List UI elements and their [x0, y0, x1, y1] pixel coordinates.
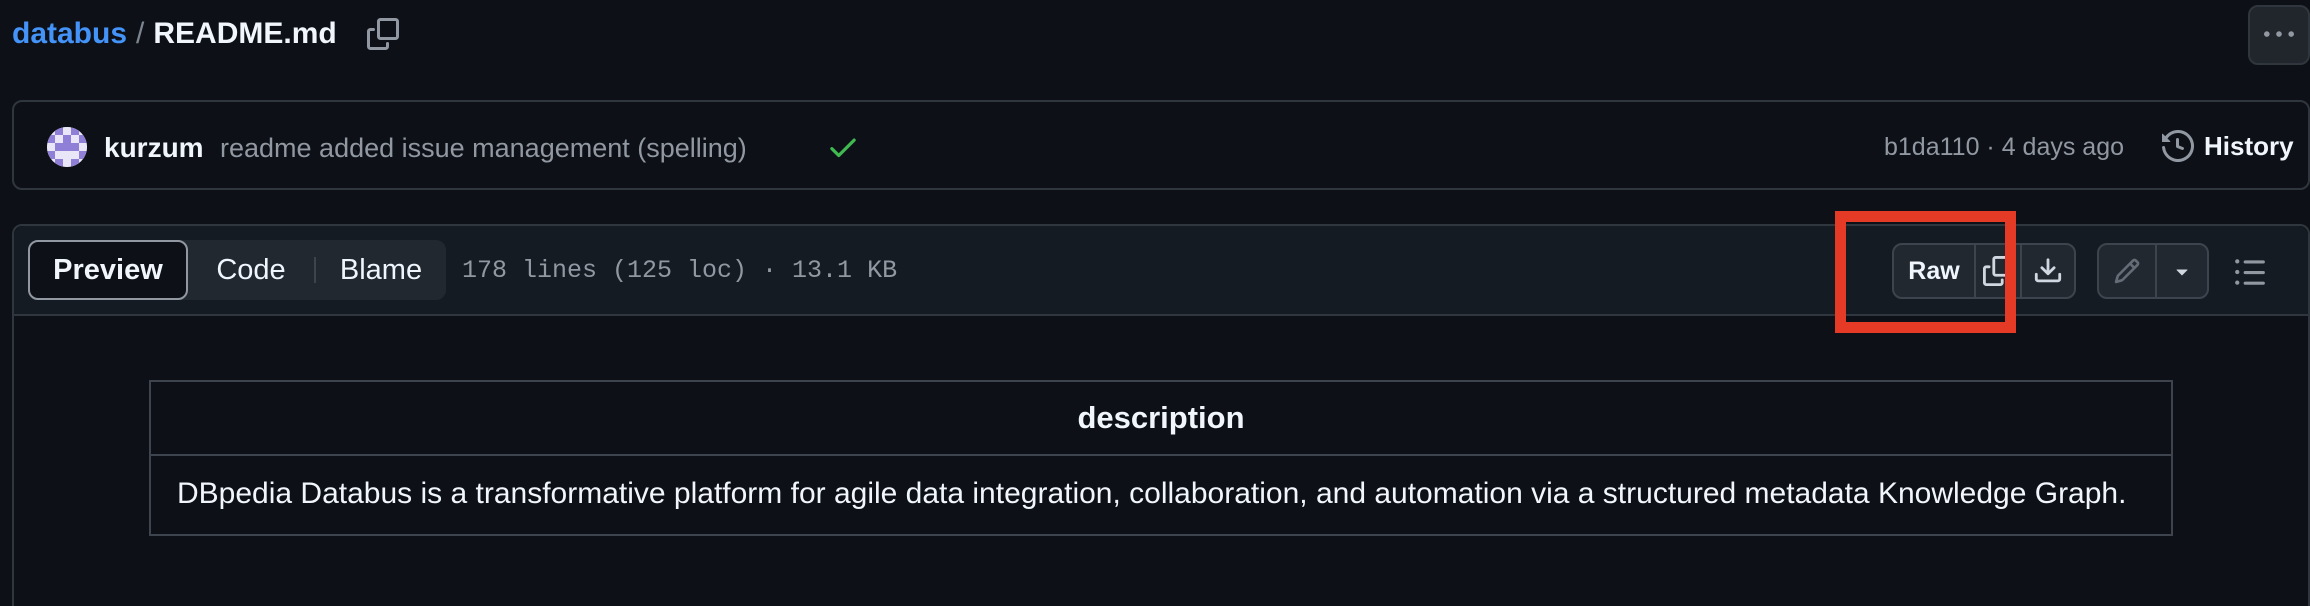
- download-icon: [2034, 258, 2062, 283]
- view-mode-switcher: Preview Code Blame: [28, 240, 446, 300]
- table-header: description: [151, 382, 2171, 456]
- edit-dropdown-button[interactable]: [2155, 245, 2207, 297]
- commit-author[interactable]: kurzum: [104, 132, 204, 164]
- triangle-down-icon: [2176, 269, 2188, 276]
- tab-code[interactable]: Code: [188, 240, 314, 300]
- copy-icon: [366, 18, 399, 50]
- latest-commit-box: kurzum readme added issue management (sp…: [12, 100, 2310, 190]
- list-unordered-icon: [2235, 259, 2265, 285]
- edit-actions-group: [2097, 243, 2209, 299]
- kebab-horizontal-icon: [2264, 31, 2294, 37]
- tab-preview[interactable]: Preview: [28, 240, 188, 300]
- raw-highlight-box: [1835, 211, 2016, 333]
- breadcrumb-separator: /: [136, 17, 145, 50]
- table-cell: DBpedia Databus is a transformative plat…: [177, 477, 2127, 510]
- outline-button[interactable]: [2228, 250, 2272, 294]
- readme-table: description DBpedia Databus is a transfo…: [149, 380, 2173, 536]
- breadcrumb: databus / README.md: [12, 14, 403, 54]
- breadcrumb-repo-link[interactable]: databus: [12, 17, 127, 51]
- history-icon: [2162, 130, 2194, 162]
- avatar[interactable]: [47, 127, 87, 167]
- check-icon[interactable]: [826, 130, 860, 164]
- history-label: History: [2204, 130, 2294, 161]
- more-options-button[interactable]: [2248, 5, 2310, 65]
- history-button[interactable]: History: [2162, 128, 2294, 164]
- copy-path-button[interactable]: [363, 14, 403, 54]
- commit-message[interactable]: readme added issue management (spelling): [220, 133, 747, 164]
- commit-hash-and-time[interactable]: b1da110 · 4 days ago: [1884, 133, 2124, 162]
- tab-blame[interactable]: Blame: [316, 240, 446, 300]
- download-button[interactable]: [2020, 245, 2074, 297]
- edit-button[interactable]: [2099, 245, 2155, 297]
- breadcrumb-file-name: README.md: [153, 17, 337, 50]
- pencil-icon: [2114, 258, 2140, 284]
- file-info: 178 lines (125 loc) · 13.1 KB: [462, 256, 898, 285]
